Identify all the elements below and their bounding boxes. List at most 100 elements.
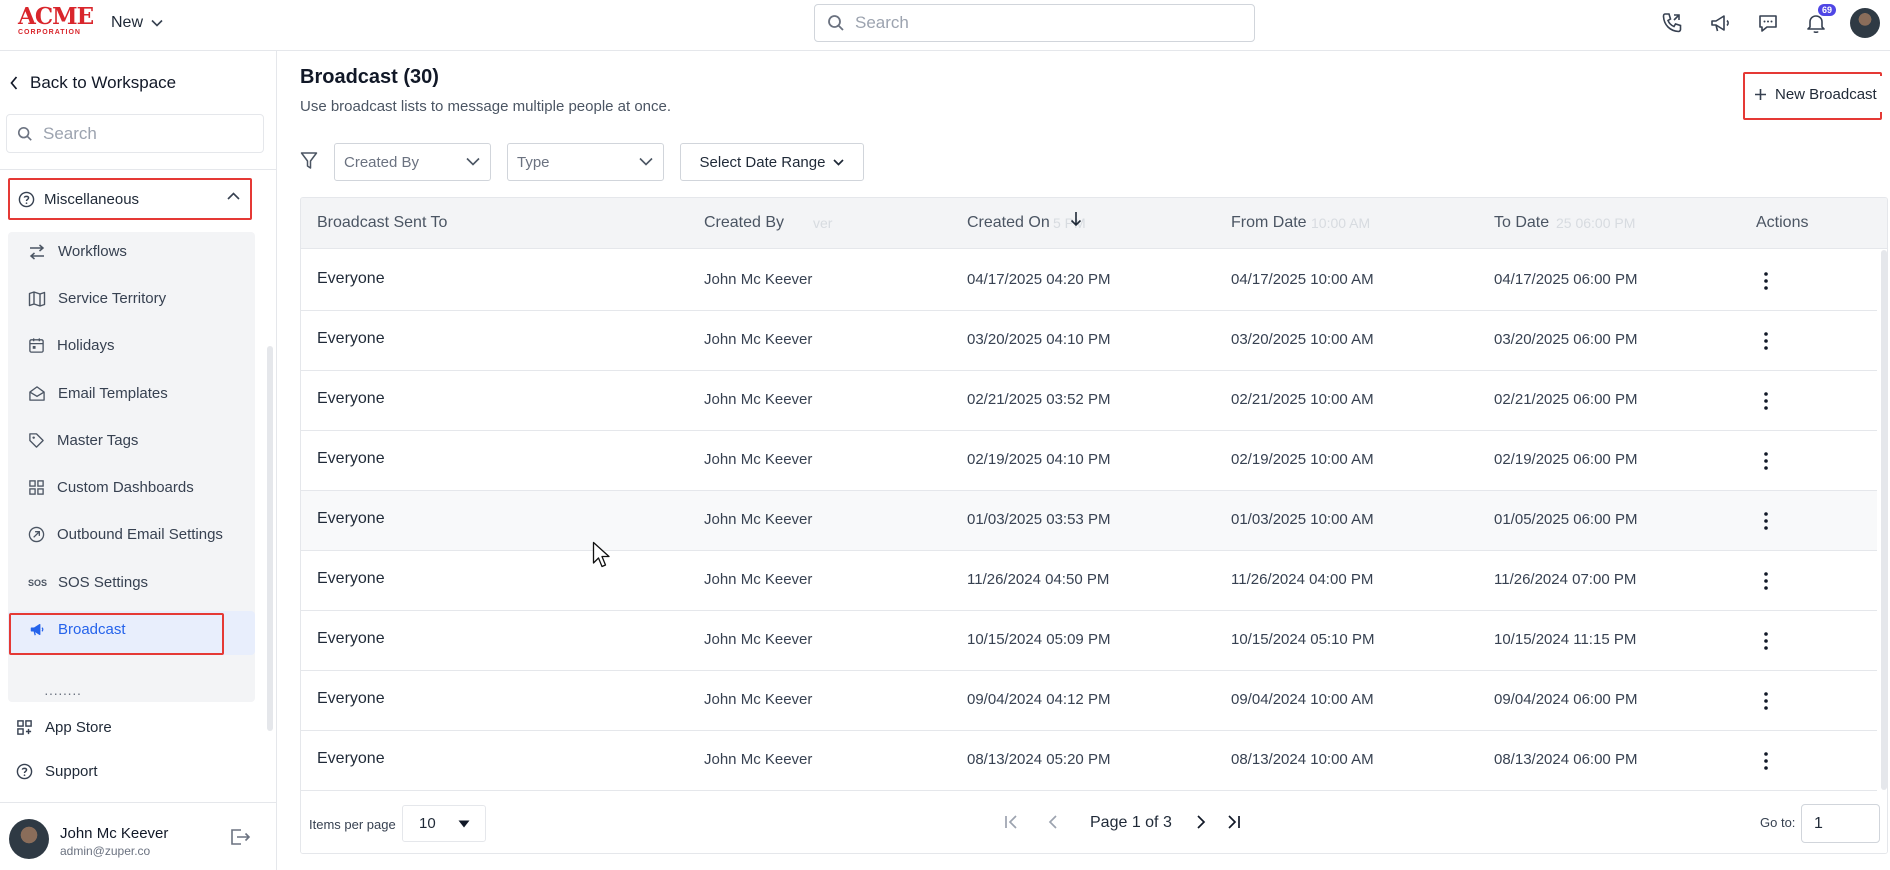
more-actions-icon[interactable] xyxy=(1761,689,1771,713)
sidebar-section-miscellaneous[interactable]: Miscellaneous xyxy=(8,178,252,220)
type-filter[interactable]: Type xyxy=(507,143,664,181)
sidebar-search-box[interactable] xyxy=(6,114,264,153)
column-header-from-date[interactable]: From Date xyxy=(1231,214,1309,232)
sidebar-item-email-templates[interactable]: Email Templates xyxy=(28,385,168,402)
notification-badge: 69 xyxy=(1817,4,1836,16)
megaphone-icon[interactable] xyxy=(1706,9,1734,37)
new-menu-button[interactable]: New xyxy=(111,14,163,32)
table-row[interactable]: Everyone John Mc Keever 01/03/2025 03:53… xyxy=(301,491,1877,551)
more-actions-icon[interactable] xyxy=(1761,629,1771,653)
chevron-right-icon xyxy=(1197,815,1206,829)
logout-icon[interactable] xyxy=(229,827,251,852)
sidebar-item-support[interactable]: Support xyxy=(16,763,98,780)
acme-logo[interactable]: ACME CORPORATION xyxy=(18,5,94,38)
sidebar-divider xyxy=(0,802,277,803)
table-scrollbar[interactable] xyxy=(1881,250,1887,790)
next-page-button[interactable] xyxy=(1189,810,1213,834)
back-to-workspace-link[interactable]: Back to Workspace xyxy=(10,73,176,93)
caret-down-icon xyxy=(458,820,470,828)
first-page-button[interactable] xyxy=(1001,810,1025,834)
created-by-filter[interactable]: Created By xyxy=(334,143,491,181)
dashboard-grid-icon xyxy=(29,480,44,495)
previous-page-button[interactable] xyxy=(1041,810,1065,834)
chevron-down-icon xyxy=(466,157,480,166)
table-row[interactable]: Everyone John Mc Keever 03/20/2025 04:10… xyxy=(301,311,1877,371)
new-menu-label: New xyxy=(111,14,144,31)
page-info: Page 1 of 3 xyxy=(1090,814,1172,831)
sidebar-scrollbar[interactable] xyxy=(267,346,273,731)
goto-page-input[interactable] xyxy=(1801,804,1880,843)
more-actions-icon[interactable] xyxy=(1761,749,1771,773)
new-broadcast-button[interactable]: New Broadcast xyxy=(1748,76,1882,112)
more-actions-icon[interactable] xyxy=(1761,389,1771,413)
partially-hidden-item: ········ xyxy=(44,691,82,699)
last-page-button[interactable] xyxy=(1220,810,1244,834)
items-per-page-select[interactable]: 10 xyxy=(402,805,486,842)
help-circle-icon xyxy=(18,191,35,207)
calendar-icon xyxy=(29,338,44,353)
phone-icon[interactable] xyxy=(1658,9,1686,37)
column-header-created-by[interactable]: Created By xyxy=(704,214,787,232)
top-bar: ACME CORPORATION New 69 xyxy=(0,0,1890,51)
goto-label: Go to: xyxy=(1760,815,1796,830)
sidebar-item-custom-dashboards[interactable]: Custom Dashboards xyxy=(28,479,194,496)
table-header: ver 5 PM 10:00 AM 25 06:00 PM Broadcast … xyxy=(301,198,1887,249)
table-row[interactable]: Everyone John Mc Keever 09/04/2024 04:12… xyxy=(301,671,1877,731)
plus-icon xyxy=(1755,88,1766,100)
sidebar-item-app-store[interactable]: App Store xyxy=(16,719,112,736)
table-row[interactable]: Everyone John Mc Keever 08/13/2024 05:20… xyxy=(301,731,1877,791)
back-label: Back to Workspace xyxy=(30,73,177,92)
sidebar-item-sos-settings[interactable]: SOS SOS Settings xyxy=(28,574,148,591)
sidebar-item-service-territory[interactable]: Service Territory xyxy=(28,290,166,307)
sidebar-search-input[interactable] xyxy=(43,123,243,144)
chevron-left-icon xyxy=(1048,815,1057,829)
pagination-bar: Items per page 10 Page 1 of 3 Go to: xyxy=(301,794,1887,853)
page-title: Broadcast (30) xyxy=(300,66,439,88)
chevron-down-icon xyxy=(833,158,845,166)
arrows-swap-icon xyxy=(29,243,45,260)
outbound-arrow-icon xyxy=(28,526,45,543)
column-header-actions: Actions xyxy=(1756,214,1809,231)
first-page-icon xyxy=(1005,815,1017,829)
search-icon xyxy=(17,126,32,141)
help-circle-icon xyxy=(16,763,33,780)
more-actions-icon[interactable] xyxy=(1761,509,1771,533)
column-header-created-on[interactable]: Created On xyxy=(967,214,1052,232)
sidebar-item-outbound-email-settings[interactable]: Outbound Email Settings xyxy=(28,526,223,543)
table-row[interactable]: Everyone John Mc Keever 02/19/2025 04:10… xyxy=(301,431,1877,491)
user-avatar[interactable] xyxy=(9,819,49,859)
bell-icon[interactable]: 69 xyxy=(1802,4,1836,37)
sidebar-item-master-tags[interactable]: Master Tags xyxy=(28,432,138,449)
column-header-to-date[interactable]: To Date xyxy=(1494,214,1552,232)
user-name: John Mc Keever xyxy=(60,825,169,842)
sos-icon: SOS xyxy=(28,577,48,588)
chat-icon[interactable] xyxy=(1754,9,1782,37)
tag-icon xyxy=(29,433,44,448)
chevron-down-icon xyxy=(639,157,653,166)
table-row[interactable]: Everyone John Mc Keever 04/17/2025 04:20… xyxy=(301,251,1877,311)
app-grid-icon xyxy=(17,720,32,735)
user-avatar[interactable] xyxy=(1850,8,1880,38)
last-page-icon xyxy=(1228,815,1240,829)
sidebar-item-workflows[interactable]: Workflows xyxy=(28,243,127,260)
table-row[interactable]: Everyone John Mc Keever 11/26/2024 04:50… xyxy=(301,551,1877,611)
global-search-input[interactable] xyxy=(855,13,1235,33)
chevron-left-icon xyxy=(10,76,18,90)
column-header-broadcast-sent-to[interactable]: Broadcast Sent To xyxy=(317,214,447,232)
table-row[interactable]: Everyone John Mc Keever 10/15/2024 05:09… xyxy=(301,611,1877,671)
more-actions-icon[interactable] xyxy=(1761,329,1771,353)
more-actions-icon[interactable] xyxy=(1761,269,1771,293)
more-actions-icon[interactable] xyxy=(1761,449,1771,473)
date-range-filter[interactable]: Select Date Range xyxy=(680,143,864,181)
chevron-down-icon xyxy=(151,19,163,27)
section-label: Miscellaneous xyxy=(44,190,140,208)
more-actions-icon[interactable] xyxy=(1761,569,1771,593)
filter-icon[interactable] xyxy=(300,151,318,175)
user-email: admin@zuper.co xyxy=(60,844,151,858)
sort-arrow-down-icon[interactable] xyxy=(1070,211,1082,227)
top-icon-bar: 69 xyxy=(1658,4,1880,38)
global-search-box[interactable] xyxy=(814,4,1255,42)
sidebar-item-holidays[interactable]: Holidays xyxy=(28,337,115,354)
table-row[interactable]: Everyone John Mc Keever 02/21/2025 03:52… xyxy=(301,371,1877,431)
broadcast-table: ver 5 PM 10:00 AM 25 06:00 PM Broadcast … xyxy=(300,197,1888,854)
